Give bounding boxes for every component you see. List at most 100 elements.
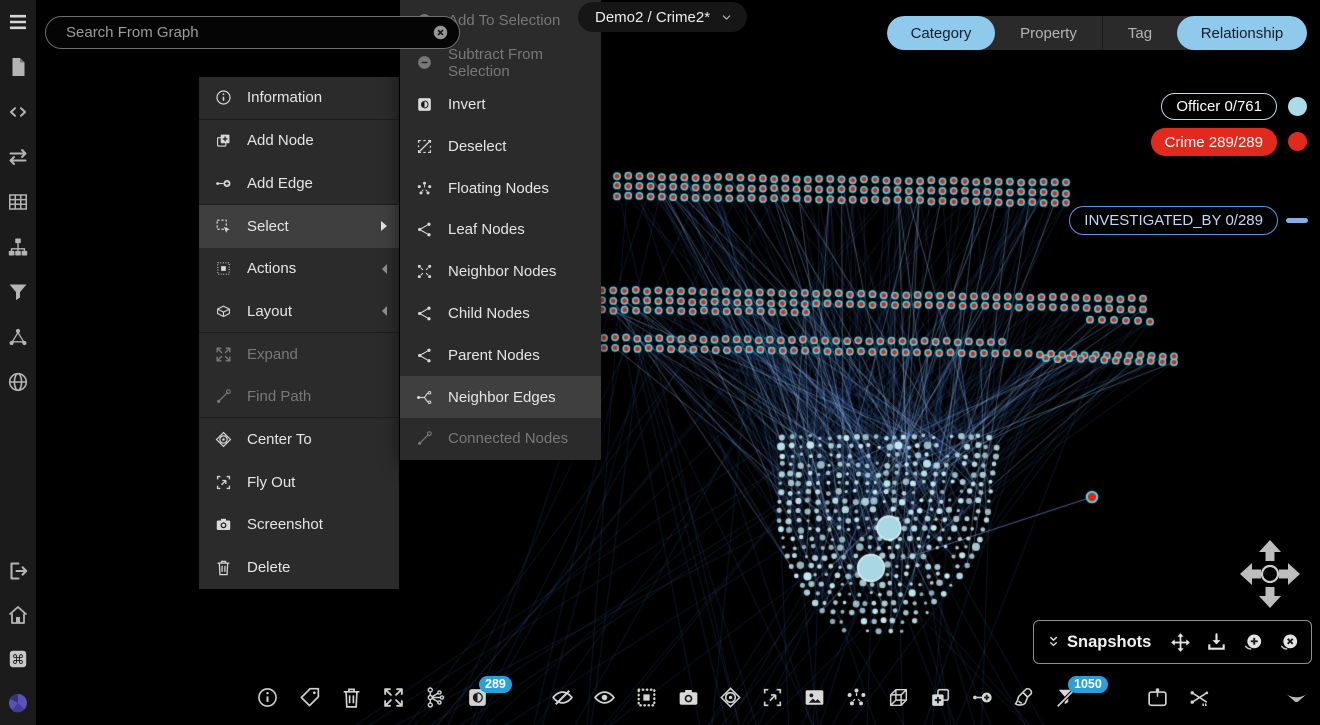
expand-icon bbox=[214, 345, 233, 364]
legend-officer-badge[interactable]: Officer 0/761 bbox=[1161, 93, 1277, 120]
relationship-color-swatch bbox=[1286, 218, 1308, 223]
tab-property[interactable]: Property bbox=[995, 16, 1102, 50]
hierarchy-icon[interactable] bbox=[6, 235, 30, 259]
svg-text:⌘: ⌘ bbox=[12, 653, 25, 668]
tool-area-select[interactable] bbox=[634, 685, 659, 710]
tool-image[interactable] bbox=[802, 685, 827, 710]
tool-expand[interactable] bbox=[381, 685, 406, 710]
tool-cube-layout[interactable] bbox=[886, 685, 911, 710]
web-icon[interactable] bbox=[6, 370, 30, 394]
download-snapshot-button[interactable] bbox=[1205, 631, 1228, 654]
workspace-selector[interactable]: Demo2 / Crime2* bbox=[578, 2, 747, 32]
move-snapshot-button[interactable] bbox=[1169, 631, 1192, 654]
clear-search-icon[interactable] bbox=[431, 23, 450, 42]
legend-crime-badge[interactable]: Crime 289/289 bbox=[1151, 128, 1277, 156]
tool-delete[interactable] bbox=[339, 685, 364, 710]
menu-item-invert[interactable]: Invert bbox=[400, 84, 601, 126]
menu-item-add-edge[interactable]: Add Edge bbox=[199, 162, 399, 205]
menu-item-floating-nodes[interactable]: Floating Nodes bbox=[400, 167, 601, 209]
app-logo-icon[interactable] bbox=[6, 691, 30, 715]
tool-invert-selection[interactable]: 289 bbox=[465, 685, 490, 710]
nav-left-arrow[interactable] bbox=[1240, 563, 1261, 585]
menu-item-label: Add To Selection bbox=[448, 12, 560, 29]
home-icon[interactable] bbox=[6, 603, 30, 627]
submenu-right-arrow-icon bbox=[381, 221, 387, 231]
tool-expand-graph[interactable] bbox=[423, 685, 448, 710]
menu-item-layout[interactable]: Layout bbox=[199, 290, 399, 333]
menu-item-label: Parent Nodes bbox=[448, 347, 540, 364]
menu-item-deselect[interactable]: Deselect bbox=[400, 125, 601, 167]
menu-item-label: Information bbox=[247, 89, 322, 106]
tool-cut-edges[interactable] bbox=[1187, 685, 1212, 710]
tab-relationship[interactable]: Relationship bbox=[1177, 16, 1307, 50]
flyout-icon bbox=[214, 473, 233, 492]
logout-icon[interactable] bbox=[6, 559, 30, 583]
tool-add-edge[interactable] bbox=[970, 685, 995, 710]
tool-clear-filter[interactable]: 1050 bbox=[1054, 685, 1079, 710]
legend-relationship-badge[interactable]: INVESTIGATED_BY 0/289 bbox=[1069, 206, 1278, 235]
tool-tag[interactable] bbox=[297, 685, 322, 710]
toolbar-gap bbox=[1096, 697, 1128, 698]
nav-up-arrow[interactable] bbox=[1259, 540, 1281, 561]
main-menu-icon[interactable] bbox=[6, 10, 30, 34]
count-badge: 1050 bbox=[1068, 676, 1108, 693]
menu-item-actions[interactable]: Actions bbox=[199, 248, 399, 291]
menu-item-neighbor-nodes[interactable]: Neighbor Nodes bbox=[400, 251, 601, 293]
tool-floating-nodes[interactable] bbox=[844, 685, 869, 710]
data-table-icon[interactable] bbox=[6, 190, 30, 214]
nav-right-arrow[interactable] bbox=[1279, 563, 1300, 585]
menu-item-parent-nodes[interactable]: Parent Nodes bbox=[400, 334, 601, 376]
menu-item-select[interactable]: Select bbox=[199, 205, 399, 248]
tool-center-to[interactable] bbox=[718, 685, 743, 710]
tool-information[interactable] bbox=[255, 685, 280, 710]
graph-view-icon[interactable] bbox=[6, 325, 30, 349]
menu-item-label: Subtract From Selection bbox=[448, 46, 589, 80]
shortcuts-icon[interactable]: ⌘ bbox=[6, 647, 30, 671]
menu-item-information[interactable]: Information bbox=[199, 77, 399, 120]
tool-clean-canvas[interactable] bbox=[1012, 685, 1037, 710]
menu-item-delete[interactable]: Delete bbox=[199, 546, 399, 589]
nav-down-arrow[interactable] bbox=[1259, 587, 1281, 608]
menu-item-label: Child Nodes bbox=[448, 305, 530, 322]
tool-pitch-down[interactable] bbox=[1284, 685, 1309, 710]
menu-item-add-node[interactable]: Add Node bbox=[199, 120, 399, 163]
menu-item-label: Screenshot bbox=[247, 516, 323, 533]
crime-color-swatch bbox=[1288, 132, 1307, 151]
toolbar-gap bbox=[507, 697, 533, 698]
tool-add-node[interactable] bbox=[928, 685, 953, 710]
tool-show-elements[interactable] bbox=[592, 685, 617, 710]
menu-item-label: Delete bbox=[247, 559, 290, 576]
submenu-left-arrow-icon bbox=[382, 306, 387, 316]
menu-item-screenshot[interactable]: Screenshot bbox=[199, 504, 399, 547]
nav-center-circle[interactable] bbox=[1262, 566, 1278, 582]
menu-item-neighbor-edges[interactable]: Neighbor Edges bbox=[400, 376, 601, 418]
menu-item-fly-out[interactable]: Fly Out bbox=[199, 461, 399, 504]
actions-icon bbox=[214, 259, 233, 278]
menu-item-center-to[interactable]: Center To bbox=[199, 418, 399, 461]
remove-snapshot-button[interactable] bbox=[1277, 631, 1300, 654]
neighbor-edges-icon bbox=[415, 388, 434, 407]
tab-category[interactable]: Category bbox=[887, 16, 995, 50]
menu-item-child-nodes[interactable]: Child Nodes bbox=[400, 293, 601, 335]
tool-screenshot[interactable] bbox=[676, 685, 701, 710]
graph-canvas[interactable] bbox=[0, 0, 1320, 725]
menu-item-leaf-nodes[interactable]: Leaf Nodes bbox=[400, 209, 601, 251]
sidebar-bottom-group: ⌘ bbox=[6, 559, 30, 715]
search-input[interactable] bbox=[64, 23, 431, 42]
bottom-toolbar: 289 1050 bbox=[255, 685, 1320, 710]
menu-item-label: Actions bbox=[247, 260, 296, 277]
code-editor-icon[interactable] bbox=[6, 100, 30, 124]
filters-icon[interactable] bbox=[6, 280, 30, 304]
left-sidebar: ⌘ bbox=[0, 0, 36, 725]
info-icon bbox=[214, 88, 233, 107]
documents-icon[interactable] bbox=[6, 55, 30, 79]
menu-item-label: Connected Nodes bbox=[448, 430, 568, 447]
tool-fly-out[interactable] bbox=[760, 685, 785, 710]
tab-tag[interactable]: Tag bbox=[1102, 16, 1177, 50]
collapse-chevrons-icon[interactable] bbox=[1045, 634, 1062, 651]
add-snapshot-button[interactable] bbox=[1241, 631, 1264, 654]
center-icon bbox=[214, 430, 233, 449]
import-export-icon[interactable] bbox=[6, 145, 30, 169]
tool-pin-board[interactable] bbox=[1145, 685, 1170, 710]
tool-hide-elements[interactable] bbox=[550, 685, 575, 710]
